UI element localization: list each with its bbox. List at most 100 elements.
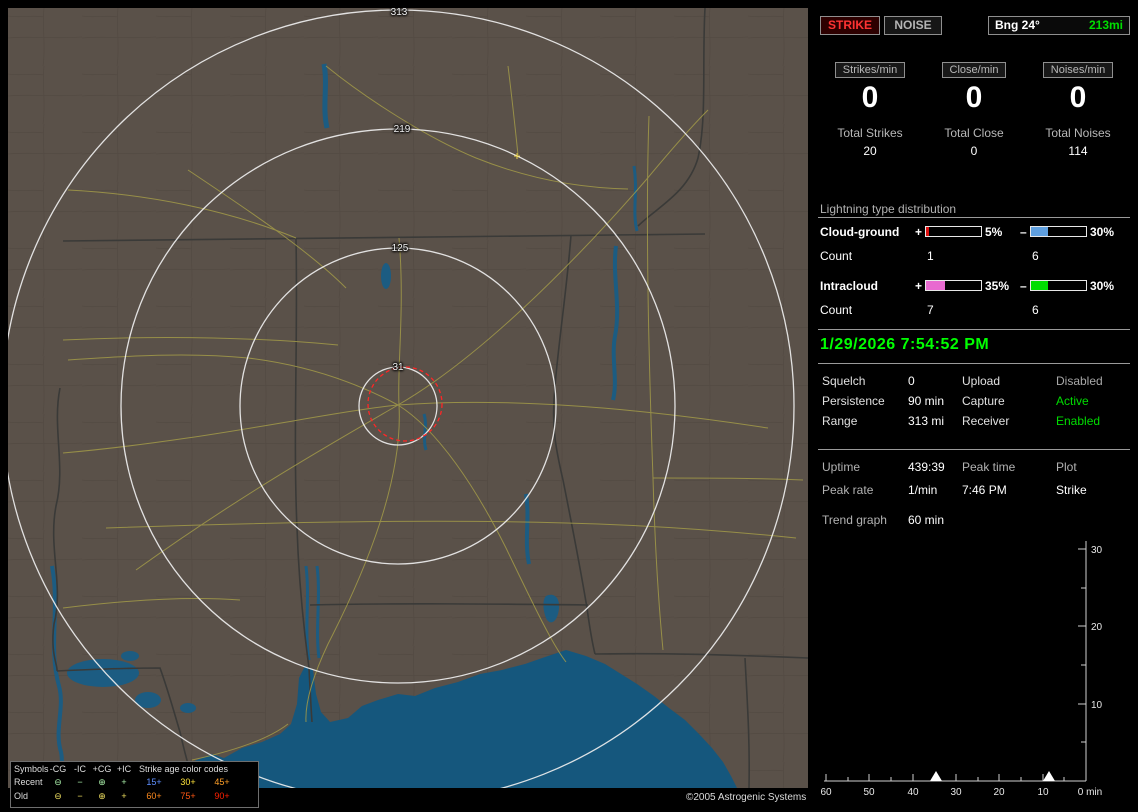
capture-label: Capture [962, 394, 1005, 408]
noises-per-min-column: Noises/min 0 Total Noises 114 [1026, 62, 1130, 158]
upload-status: Disabled [1056, 374, 1103, 388]
recent-neg-cg-icon: ⊖ [54, 777, 62, 787]
cg-plus-bar [925, 226, 982, 237]
strikes-per-min-value: 0 [861, 81, 879, 114]
old-pos-cg-icon: ⊕ [98, 791, 106, 801]
noises-per-min-value: 0 [1069, 81, 1087, 114]
x-tick-label: 50 [863, 787, 875, 798]
x-tick-label: 40 [907, 787, 919, 798]
legend-age-title: Strike age color codes [139, 764, 229, 774]
total-noises-value: 114 [1068, 144, 1088, 158]
cg-minus-bar [1030, 226, 1087, 237]
cg-plus-bar-fill [926, 227, 929, 236]
recent-pos-cg-icon: ⊕ [98, 777, 106, 787]
age-code-75: 75+ [180, 791, 196, 801]
peak-time-label: Peak time [962, 460, 1016, 474]
y-tick-label: 10 [1091, 700, 1103, 711]
strike-spike [1043, 771, 1055, 781]
uptime-label: Uptime [822, 460, 861, 474]
copyright-text: ©2005 Astrogenic Systems [686, 792, 807, 803]
range-ring-label: 31 [392, 362, 404, 373]
count-label: Count [820, 249, 853, 263]
strike-marker-icon: + [513, 149, 520, 163]
plus-sign: + [915, 279, 923, 293]
cg-minus-bar-fill [1031, 227, 1048, 236]
x-tick-label: 20 [993, 787, 1005, 798]
receiver-status: Enabled [1056, 414, 1101, 428]
close-per-min-value: 0 [965, 81, 983, 114]
cloud-ground-label: Cloud-ground [820, 225, 900, 239]
x-tick-label: 30 [950, 787, 962, 798]
age-code-30: 30+ [180, 777, 196, 787]
cg-minus-count: 6 [1032, 249, 1039, 263]
ic-minus-bar-fill [1031, 281, 1048, 290]
y-tick-label: 20 [1091, 622, 1103, 633]
count-label: Count [820, 303, 853, 317]
persistence-label: Persistence [822, 394, 885, 408]
close-per-min-button[interactable]: Close/min [941, 62, 1007, 78]
distribution-title: Lightning type distribution [820, 202, 957, 216]
range-ring-label: 313 [390, 8, 408, 18]
status-panel: STRIKE NOISE Bng 24° 213mi Strikes/min 0… [818, 0, 1130, 812]
ic-plus-count: 7 [927, 303, 934, 317]
peak-rate-value: 1/min [908, 483, 938, 497]
trend-window-value: 60 min [908, 513, 945, 527]
divider [818, 449, 1130, 450]
noises-per-min-button[interactable]: Noises/min [1042, 62, 1114, 78]
cg-plus-count: 1 [927, 249, 934, 263]
trend-graph: 30 20 10 60 50 40 30 20 10 0 min [820, 541, 1103, 798]
legend-col-neg-ic: -IC [74, 764, 86, 774]
age-code-45: 45+ [214, 777, 230, 787]
peak-rate-label: Peak rate [822, 483, 874, 497]
total-close-value: 0 [970, 144, 978, 158]
plus-sign: + [915, 225, 923, 239]
receiver-label: Receiver [962, 414, 1010, 428]
bearing-label: Bng 24° [995, 18, 1040, 32]
total-strikes-label: Total Strikes [837, 126, 903, 140]
divider [818, 217, 1130, 218]
trend-axes [824, 541, 1087, 782]
range-ring-label: 219 [393, 124, 411, 135]
divider [818, 363, 1130, 364]
age-code-90: 90+ [214, 791, 230, 801]
close-per-min-column: Close/min 0 Total Close 0 [922, 62, 1026, 158]
plot-label: Plot [1056, 460, 1077, 474]
total-noises-label: Total Noises [1045, 126, 1111, 140]
peak-time-value: 7:46 PM [962, 483, 1007, 497]
nexstorm-window: + 313 219 125 31 Symbols -CG -IC +CG +IC… [0, 0, 1138, 812]
strike-spike [930, 771, 942, 781]
ic-minus-bar [1030, 280, 1087, 291]
range-value: 313 mi [908, 414, 945, 428]
noise-toggle-button[interactable]: NOISE [884, 16, 942, 35]
old-neg-cg-icon: ⊖ [54, 791, 62, 801]
lightning-map[interactable]: + 313 219 125 31 [8, 8, 808, 788]
intracloud-label: Intracloud [820, 279, 879, 293]
ic-minus-pct: 30% [1090, 279, 1115, 293]
ic-minus-count: 6 [1032, 303, 1039, 317]
strike-toggle-button[interactable]: STRIKE [820, 16, 880, 35]
x-tick-label: 60 [820, 787, 832, 798]
cg-minus-pct: 30% [1090, 225, 1115, 239]
legend-symbols-title: Symbols [14, 764, 49, 774]
ic-plus-bar [925, 280, 982, 291]
total-strikes-value: 20 [863, 144, 877, 158]
strikes-per-min-column: Strikes/min 0 Total Strikes 20 [818, 62, 922, 158]
bearing-distance: 213mi [1088, 18, 1123, 32]
plot-value: Strike [1056, 483, 1087, 497]
upload-label: Upload [962, 374, 1001, 388]
bearing-readout: Bng 24° 213mi [988, 16, 1130, 35]
legend-col-pos-ic: +IC [116, 764, 132, 774]
range-ring-label: 125 [391, 243, 409, 254]
persistence-value: 90 min [908, 394, 945, 408]
squelch-label: Squelch [822, 374, 866, 388]
old-pos-ic-icon: + [121, 791, 127, 801]
capture-status: Active [1056, 394, 1089, 408]
legend-col-neg-cg: -CG [49, 764, 67, 774]
minus-sign: – [1020, 279, 1027, 293]
trend-graph-label: Trend graph [822, 513, 887, 527]
strikes-per-min-button[interactable]: Strikes/min [834, 62, 906, 78]
total-close-label: Total Close [944, 126, 1004, 140]
age-code-60: 60+ [146, 791, 162, 801]
squelch-value: 0 [908, 374, 915, 388]
map-legend: Symbols -CG -IC +CG +IC Strike age color… [10, 761, 259, 808]
